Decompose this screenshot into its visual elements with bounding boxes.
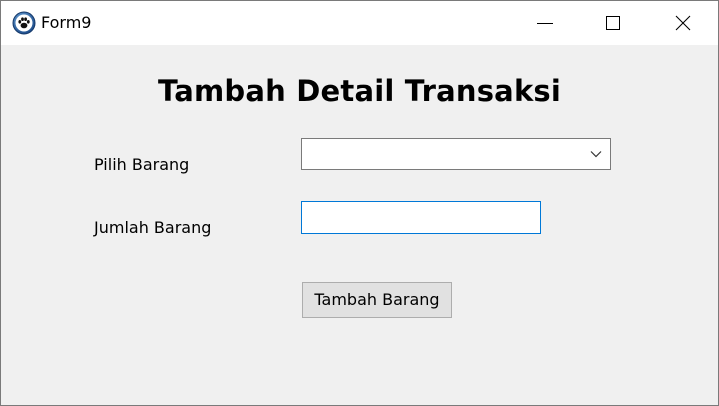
paw-icon[interactable]	[12, 11, 36, 35]
title-bar[interactable]: Form9	[1, 1, 718, 45]
close-button[interactable]	[649, 1, 717, 45]
pilih-barang-label: Pilih Barang	[94, 155, 190, 174]
maximize-button[interactable]	[579, 1, 647, 45]
chevron-down-icon[interactable]	[590, 150, 602, 158]
jumlah-barang-input[interactable]	[301, 201, 541, 234]
maximize-icon	[606, 16, 620, 30]
page-title: Tambah Detail Transaksi	[157, 74, 562, 108]
minimize-button[interactable]	[511, 1, 579, 45]
form-window: Form9 Tambah Detail Transaksi Pilih Bara…	[0, 0, 719, 406]
window-title: Form9	[41, 13, 92, 32]
close-icon	[675, 15, 691, 31]
minimize-icon	[537, 23, 553, 24]
pilih-barang-dropdown[interactable]	[301, 138, 611, 170]
tambah-barang-button[interactable]: Tambah Barang	[302, 282, 452, 318]
jumlah-barang-label: Jumlah Barang	[94, 218, 212, 237]
